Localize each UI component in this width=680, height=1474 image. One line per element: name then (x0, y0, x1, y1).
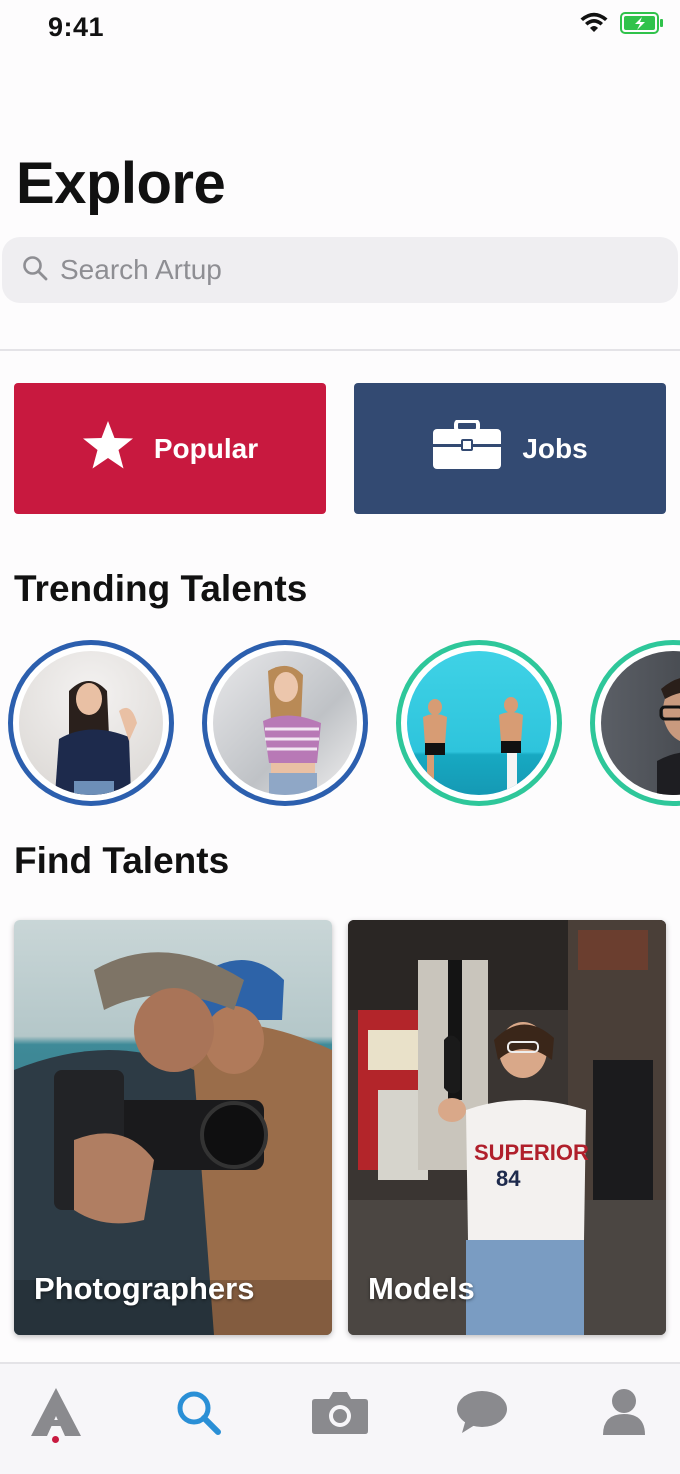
svg-text:84: 84 (496, 1166, 521, 1191)
trending-list (0, 638, 680, 808)
models-card[interactable]: SUPERIOR 84 Models (348, 920, 666, 1335)
divider (0, 349, 680, 351)
jobs-button[interactable]: Jobs (354, 383, 666, 514)
star-icon (82, 420, 134, 477)
avatar (19, 651, 163, 795)
tab-profile[interactable] (594, 1384, 654, 1444)
status-time: 9:41 (48, 12, 105, 42)
trending-avatar[interactable] (202, 640, 368, 806)
popular-label: Popular (153, 432, 259, 464)
home-indicator-dot (52, 1436, 59, 1443)
profile-icon (602, 1388, 646, 1441)
models-label: Models (368, 1271, 475, 1306)
tab-bar (0, 1362, 680, 1474)
search-icon (22, 255, 48, 286)
avatar (407, 651, 551, 795)
tab-camera[interactable] (310, 1384, 370, 1444)
photographers-label: Photographers (34, 1271, 255, 1306)
page-title: Explore (16, 151, 226, 216)
find-talents-title: Find Talents (14, 840, 230, 881)
avatar (213, 651, 357, 795)
camera-icon (311, 1389, 369, 1440)
trending-title: Trending Talents (14, 568, 308, 609)
tab-search[interactable] (168, 1384, 228, 1444)
tab-messages[interactable] (452, 1384, 512, 1444)
search-input[interactable]: Search Artup (2, 237, 678, 303)
status-bar: 9:41 (0, 0, 680, 56)
avatar (601, 651, 680, 795)
chat-icon (456, 1389, 508, 1440)
search-placeholder: Search Artup (60, 254, 222, 285)
trending-avatar[interactable] (8, 640, 174, 806)
wifi-icon (580, 12, 608, 39)
popular-button[interactable]: Popular (14, 383, 326, 514)
tab-home[interactable] (26, 1384, 86, 1444)
trending-avatar[interactable] (590, 640, 680, 806)
battery-icon (620, 12, 664, 39)
search-icon (174, 1388, 222, 1441)
briefcase-icon (432, 419, 502, 477)
photographers-card[interactable]: Photographers (14, 920, 332, 1335)
jobs-label: Jobs (522, 432, 588, 464)
trending-avatar[interactable] (396, 640, 562, 806)
svg-text:SUPERIOR: SUPERIOR (474, 1140, 589, 1165)
home-icon (29, 1386, 83, 1443)
